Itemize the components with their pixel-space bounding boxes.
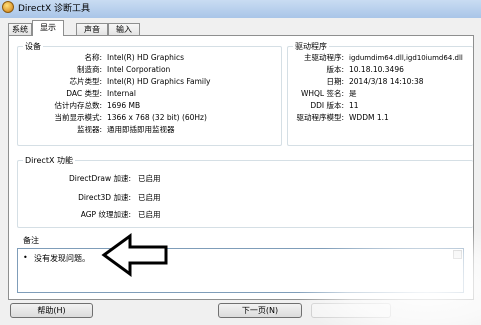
driver-group-title: 驱动程序 [293,41,329,52]
notes-item: 没有发现问题。 [34,254,90,263]
driver-model-value: WDDM 1.1 [349,113,389,122]
exit-button-obscured[interactable] [311,303,391,318]
device-dac-type-label: DAC 类型: [66,89,102,98]
driver-version-value: 10.18.10.3496 [349,65,404,74]
device-display-mode-label: 当前显示模式: [54,113,102,122]
notes-title: 备注 [23,236,39,245]
driver-date-label: 日期: [326,77,344,86]
driver-ddi-value: 11 [349,101,359,110]
driver-whql-label: WHQL 签名: [300,89,344,98]
directdraw-label: DirectDraw 加速: [69,174,131,183]
direct3d-value: 已启用 [138,193,161,202]
tab-input[interactable]: 输入 [108,23,140,35]
driver-version-label: 版本: [326,65,344,74]
notes-box[interactable]: • 没有发现问题。 [17,248,464,293]
device-monitor-label: 监视器: [76,125,102,134]
device-manufacturer-label: 制造商: [76,65,102,74]
tab-display[interactable]: 显示 [32,20,64,36]
next-page-button[interactable]: 下一页(N) [218,303,302,318]
driver-main-value: igdumdim64.dll,igd10iumd64.dll [349,54,463,62]
tab-system[interactable]: 系统 [8,23,32,35]
driver-model-label: 驱动程序模型: [296,113,344,122]
agp-label: AGP 纹理加速: [80,210,131,219]
title-bar[interactable]: DirectX 诊断工具 [0,0,481,18]
agp-value: 已启用 [138,210,161,219]
directx-app-icon [2,1,14,13]
annotation-arrow-icon [101,233,168,277]
driver-main-label: 主驱动程序: [303,53,344,62]
device-name-label: 名称: [84,53,102,62]
device-dac-type-value: Internal [107,89,136,98]
device-chip-type-label: 芯片类型: [69,77,102,86]
driver-whql-value: 是 [349,89,357,98]
device-memory-label: 估计内存总数: [54,101,102,110]
device-display-mode-value: 1366 x 768 (32 bit) (60Hz) [107,113,207,122]
notes-scroll-up[interactable] [453,250,462,259]
device-monitor-value: 通用即插即用监视器 [107,125,175,134]
driver-ddi-label: DDI 版本: [310,101,344,110]
tab-sound[interactable]: 声音 [76,23,108,35]
device-name-value: Intel(R) HD Graphics [107,53,184,62]
window-title: DirectX 诊断工具 [18,4,90,14]
help-button[interactable]: 帮助(H) [10,303,93,318]
direct3d-label: Direct3D 加速: [78,193,131,202]
device-chip-type-value: Intel(R) HD Graphics Family [107,77,211,86]
device-manufacturer-value: Intel Corporation [107,65,171,74]
directx-features-title: DirectX 功能 [23,155,75,166]
notes-bullet: • [23,253,28,262]
device-group-title: 设备 [23,41,43,52]
device-memory-value: 1696 MB [107,101,141,110]
driver-date-value: 2014/3/18 14:10:38 [349,77,424,86]
directdraw-value: 已启用 [138,174,161,183]
